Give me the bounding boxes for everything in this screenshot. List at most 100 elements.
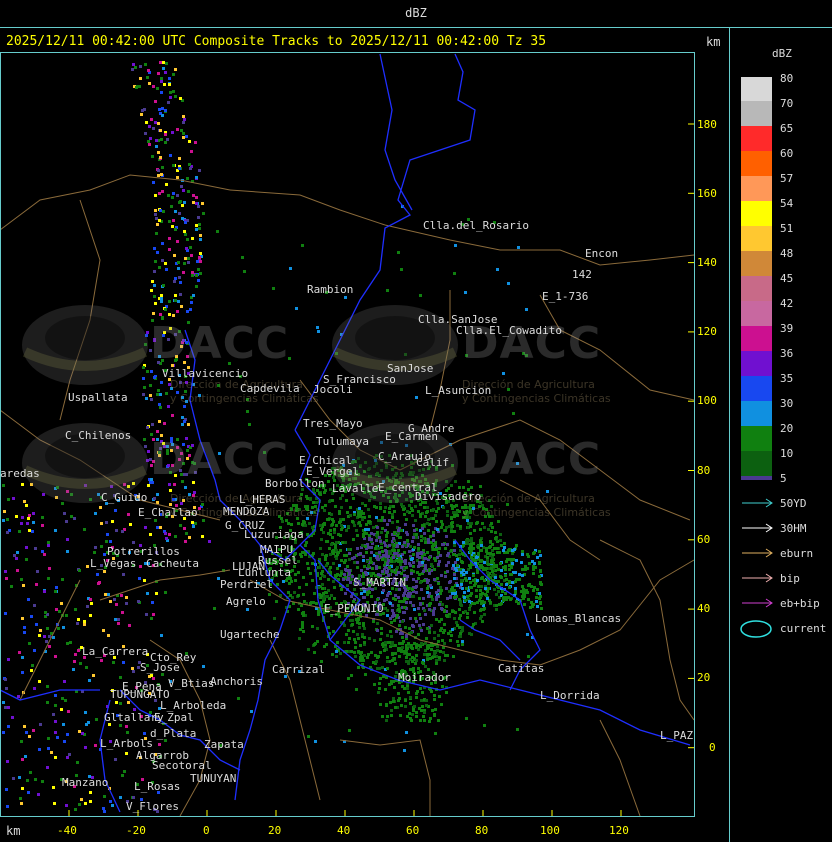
radar-echo-cell xyxy=(311,579,314,582)
radar-echo-cell xyxy=(401,620,404,623)
radar-echo-cell xyxy=(462,486,465,489)
place-label: Carrizal xyxy=(272,663,325,676)
radar-echo-cell xyxy=(535,600,538,603)
radar-echo-cell xyxy=(329,553,332,556)
radar-echo-cell xyxy=(21,671,24,674)
radar-echo-cell xyxy=(411,514,414,517)
radar-echo-cell xyxy=(160,91,163,94)
radar-echo-cell xyxy=(413,608,416,611)
place-label: MENDOZA xyxy=(223,505,270,518)
radar-echo-cell xyxy=(302,614,305,617)
radar-echo-cell xyxy=(102,629,105,632)
radar-echo-cell xyxy=(187,423,190,426)
radar-echo-cell xyxy=(198,223,201,226)
radar-echo-cell xyxy=(394,675,397,678)
radar-echo-cell xyxy=(84,746,87,749)
radar-echo-cell xyxy=(31,530,34,533)
radar-echo-cell xyxy=(376,622,379,625)
radar-echo-cell xyxy=(152,85,155,88)
radar-echo-cell xyxy=(183,527,186,530)
radar-echo-cell xyxy=(451,525,454,528)
radar-echo-cell xyxy=(350,650,353,653)
radar-echo-cell xyxy=(332,630,335,633)
radar-echo-cell xyxy=(168,313,171,316)
radar-echo-cell xyxy=(420,642,423,645)
radar-echo-cell xyxy=(131,667,134,670)
y-tick-label: 160 xyxy=(697,187,717,200)
radar-echo-cell xyxy=(107,593,110,596)
radar-echo-cell xyxy=(47,737,50,740)
radar-echo-cell xyxy=(158,403,161,406)
radar-echo-cell xyxy=(348,569,351,572)
place-label: Encon xyxy=(585,247,619,260)
place-label: TUNUYAN xyxy=(190,772,237,785)
watermark-brand: DACC xyxy=(462,434,602,485)
radar-echo-cell xyxy=(158,420,161,423)
radar-echo-cell xyxy=(391,652,394,655)
radar-echo-cell xyxy=(398,655,401,658)
radar-echo-cell xyxy=(502,372,505,375)
radar-echo-cell xyxy=(505,596,508,599)
radar-echo-cell xyxy=(538,592,541,595)
radar-echo-cell xyxy=(165,183,168,186)
radar-echo-cell xyxy=(178,276,181,279)
place-label: V_Btias xyxy=(168,677,215,690)
radar-echo-cell xyxy=(384,544,387,547)
radar-echo-cell xyxy=(335,574,338,577)
radar-echo-cell xyxy=(317,330,320,333)
radar-echo-cell xyxy=(445,691,448,694)
radar-echo-cell xyxy=(425,637,428,640)
radar-echo-cell xyxy=(6,518,9,521)
radar-echo-cell xyxy=(476,521,479,524)
radar-echo-cell xyxy=(495,604,498,607)
radar-echo-cell xyxy=(194,141,197,144)
radar-echo-cell xyxy=(406,539,409,542)
radar-echo-cell xyxy=(510,573,513,576)
radar-echo-cell xyxy=(532,565,535,568)
x-tick-label: 100 xyxy=(540,824,560,837)
radar-echo-cell xyxy=(2,701,5,704)
radar-echo-cell xyxy=(384,558,387,561)
radar-echo-cell xyxy=(405,635,408,638)
radar-echo-cell xyxy=(492,565,495,568)
radar-echo-cell xyxy=(83,623,86,626)
radar-echo-cell xyxy=(423,609,426,612)
radar-echo-cell xyxy=(376,598,379,601)
radar-echo-cell xyxy=(367,546,370,549)
radar-echo-cell xyxy=(465,571,468,574)
radar-echo-cell xyxy=(411,656,414,659)
radar-echo-cell xyxy=(155,232,158,235)
current-ellipse-icon xyxy=(740,620,772,638)
radar-echo-cell xyxy=(397,692,400,695)
place-label: Clla.del_Rosario xyxy=(423,219,529,232)
radar-echo-cell xyxy=(330,594,333,597)
radar-echo-cell xyxy=(356,561,359,564)
place-label: d_Plata xyxy=(150,727,197,740)
radar-echo-cell xyxy=(109,540,112,543)
radar-echo-cell xyxy=(53,802,56,805)
radar-echo-cell xyxy=(157,122,160,125)
radar-echo-cell xyxy=(501,590,504,593)
radar-echo-cell xyxy=(415,696,418,699)
radar-echo-cell xyxy=(66,756,69,759)
radar-echo-cell xyxy=(360,592,363,595)
radar-echo-cell xyxy=(364,571,367,574)
radar-echo-cell xyxy=(27,517,30,520)
radar-echo-cell xyxy=(317,613,320,616)
radar-echo-cell xyxy=(379,638,382,641)
radar-echo-cell xyxy=(391,521,394,524)
radar-echo-cell xyxy=(173,280,176,283)
radar-echo-cell xyxy=(461,561,464,564)
radar-echo-cell xyxy=(461,640,464,643)
radar-echo-cell xyxy=(186,177,189,180)
radar-echo-cell xyxy=(145,613,148,616)
boundary-line xyxy=(379,53,413,211)
radar-echo-cell xyxy=(16,551,19,554)
radar-echo-cell xyxy=(43,635,46,638)
radar-echo-cell xyxy=(189,167,192,170)
radar-echo-cell xyxy=(383,519,386,522)
radar-echo-cell xyxy=(293,591,296,594)
radar-echo-cell xyxy=(451,567,454,570)
radar-echo-cell xyxy=(442,631,445,634)
radar-echo-cell xyxy=(439,586,442,589)
